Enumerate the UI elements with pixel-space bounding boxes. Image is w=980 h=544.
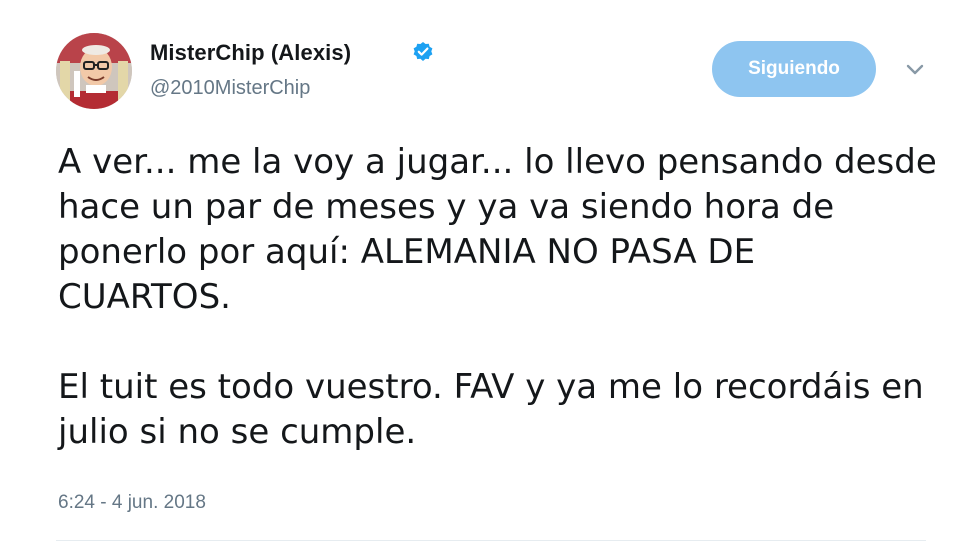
divider xyxy=(56,540,926,541)
tweet-card: MisterChip (Alexis) @2010MisterChip Sigu… xyxy=(0,0,980,544)
tweet-text: A ver... me la voy a jugar... lo llevo p… xyxy=(58,140,938,455)
display-name[interactable]: MisterChip (Alexis) xyxy=(150,40,351,66)
user-handle[interactable]: @2010MisterChip xyxy=(150,77,310,100)
verified-badge-icon xyxy=(413,42,433,61)
tweet-timestamp[interactable]: 6:24 - 4 jun. 2018 xyxy=(58,492,206,514)
tweet-paragraph: El tuit es todo vuestro. FAV y ya me lo … xyxy=(58,367,924,452)
avatar-illustration-icon xyxy=(56,33,132,109)
following-button[interactable]: Siguiendo xyxy=(712,41,876,97)
tweet-paragraph: A ver... me la voy a jugar... lo llevo p… xyxy=(58,142,937,317)
profile-avatar[interactable] xyxy=(56,33,132,109)
chevron-down-icon[interactable] xyxy=(904,62,926,78)
